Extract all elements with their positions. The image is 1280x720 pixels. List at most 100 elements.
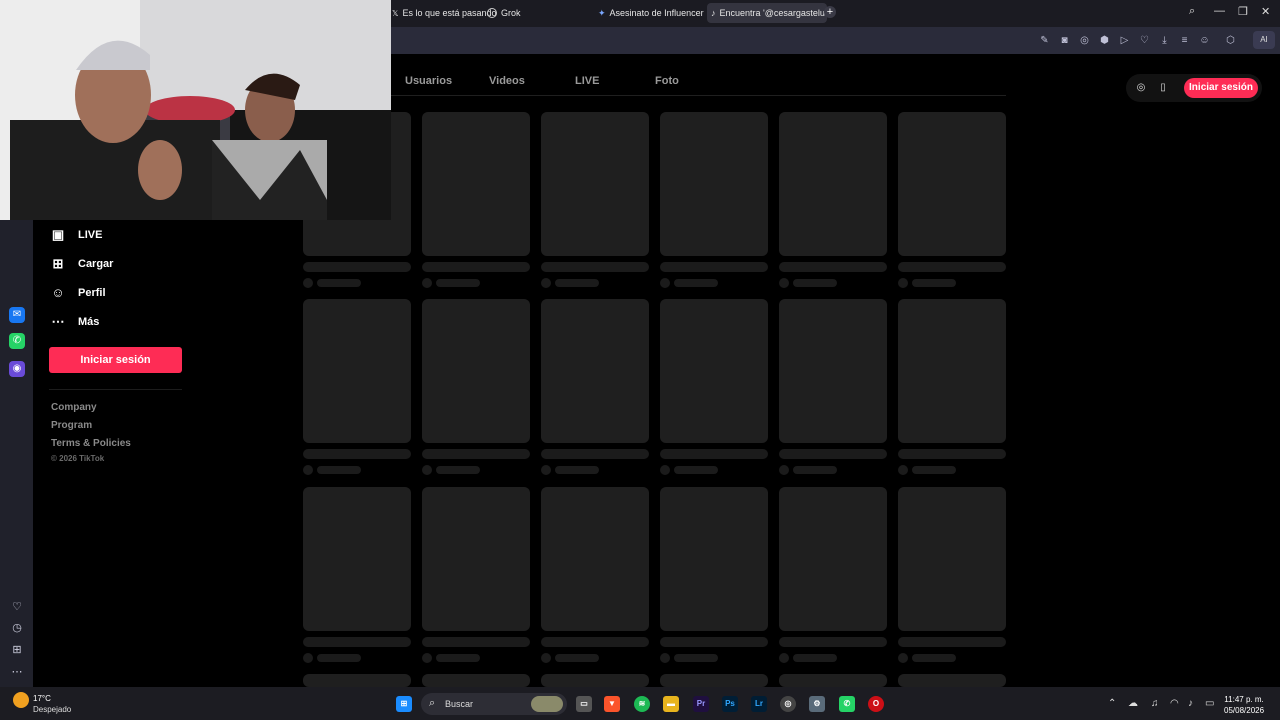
avatar-skeleton bbox=[541, 278, 551, 288]
taskbar-search[interactable]: ⌕ Buscar bbox=[421, 693, 567, 715]
wifi-icon[interactable]: ◠ bbox=[1170, 698, 1179, 709]
settings-icon[interactable]: ⚙ bbox=[809, 696, 825, 712]
username-skeleton bbox=[674, 654, 718, 662]
messenger-icon[interactable]: ✉ bbox=[9, 307, 25, 323]
video-card-skeleton[interactable] bbox=[541, 674, 649, 687]
opera-icon[interactable]: O bbox=[868, 696, 884, 712]
tab-grok[interactable]: Grok bbox=[487, 3, 521, 23]
caption-skeleton bbox=[541, 449, 649, 459]
video-card-skeleton[interactable] bbox=[660, 674, 768, 687]
minimize-icon[interactable]: — bbox=[1214, 5, 1225, 17]
nav-cargar-label: Cargar bbox=[78, 258, 114, 270]
edit-icon[interactable]: ✎ bbox=[1038, 34, 1051, 47]
brave-icon[interactable]: ▼ bbox=[604, 696, 620, 712]
more-options-icon[interactable]: ⋯ bbox=[10, 665, 24, 679]
username-skeleton bbox=[317, 654, 361, 662]
cloud-icon[interactable]: ☁ bbox=[1128, 698, 1138, 709]
battery-icon[interactable]: ▭ bbox=[1205, 698, 1214, 709]
favorites-icon[interactable]: ♡ bbox=[10, 600, 24, 614]
new-tab-button[interactable]: + bbox=[824, 6, 836, 18]
footer-terms[interactable]: Terms & Policies bbox=[51, 438, 131, 449]
video-card-skeleton[interactable] bbox=[898, 299, 1006, 443]
start-icon[interactable]: ⊞ bbox=[396, 696, 412, 712]
video-card-skeleton[interactable] bbox=[303, 299, 411, 443]
login-button-top[interactable]: Iniciar sesión bbox=[1184, 78, 1258, 98]
profile-icon[interactable]: ☺ bbox=[1198, 34, 1211, 47]
video-card-skeleton[interactable] bbox=[779, 487, 887, 631]
premiere-icon[interactable]: Pr bbox=[693, 696, 709, 712]
username-skeleton bbox=[912, 279, 956, 287]
file-explorer-icon[interactable]: ▬ bbox=[663, 696, 679, 712]
footer-company[interactable]: Company bbox=[51, 402, 97, 413]
task-view-icon[interactable]: ▭ bbox=[576, 696, 592, 712]
video-card-skeleton[interactable] bbox=[898, 487, 1006, 631]
tabs-divider bbox=[391, 95, 1006, 96]
video-card-skeleton[interactable] bbox=[898, 674, 1006, 687]
tab-tiktok-active[interactable]: ♪ Encuentra '@cesargastelu bbox=[707, 3, 827, 23]
microphone-icon[interactable]: ♫ bbox=[1151, 698, 1159, 709]
username-skeleton bbox=[912, 654, 956, 662]
video-card-skeleton[interactable] bbox=[898, 112, 1006, 256]
extension-icon[interactable]: ⬡ bbox=[1224, 34, 1237, 47]
avatar-skeleton bbox=[898, 465, 908, 475]
caption-skeleton bbox=[422, 262, 530, 272]
download-icon[interactable]: ⤓ bbox=[1158, 34, 1171, 47]
video-card-skeleton[interactable] bbox=[779, 674, 887, 687]
avatar-skeleton bbox=[303, 278, 313, 288]
search-tabs-icon[interactable]: ⌕ bbox=[1189, 5, 1195, 18]
phone-icon[interactable]: ▯ bbox=[1157, 82, 1169, 94]
video-card-skeleton[interactable] bbox=[660, 299, 768, 443]
spotify-icon[interactable]: ≋ bbox=[634, 696, 650, 712]
volume-icon[interactable]: ♪ bbox=[1188, 698, 1193, 709]
video-card-skeleton[interactable] bbox=[541, 487, 649, 631]
nav-live[interactable]: ▣ LIVE bbox=[50, 226, 103, 244]
chevron-up-icon[interactable]: ⌃ bbox=[1108, 698, 1116, 709]
close-icon[interactable]: ✕ bbox=[1261, 5, 1270, 18]
tab-live[interactable]: LIVE bbox=[575, 75, 599, 87]
steam-icon[interactable]: ◎ bbox=[780, 696, 796, 712]
video-card-skeleton[interactable] bbox=[660, 112, 768, 256]
shield-icon[interactable]: ◎ bbox=[1078, 34, 1091, 47]
login-button-side[interactable]: Iniciar sesión bbox=[49, 347, 182, 373]
video-card-skeleton[interactable] bbox=[303, 674, 411, 687]
video-card-skeleton[interactable] bbox=[660, 487, 768, 631]
video-card-skeleton[interactable] bbox=[422, 674, 530, 687]
nav-cargar[interactable]: ⊞ Cargar bbox=[50, 255, 114, 273]
photoshop-icon[interactable]: Ps bbox=[722, 696, 738, 712]
tab-x[interactable]: 𝕏 Es lo que está pasando bbox=[392, 3, 497, 23]
heart-icon[interactable]: ♡ bbox=[1138, 34, 1151, 47]
explore-icon[interactable]: ◎ bbox=[1135, 82, 1147, 94]
whatsapp-taskbar-icon[interactable]: ✆ bbox=[839, 696, 855, 712]
video-card-skeleton[interactable] bbox=[779, 299, 887, 443]
tab-usuarios[interactable]: Usuarios bbox=[405, 75, 452, 87]
maximize-icon[interactable]: ❐ bbox=[1238, 5, 1248, 18]
taskbar-clock[interactable]: 11:47 p. m. 05/08/2026 bbox=[1224, 694, 1264, 716]
history-icon[interactable]: ◷ bbox=[10, 621, 24, 635]
nav-mas[interactable]: ⋯ Más bbox=[50, 313, 100, 331]
ai-button[interactable]: AI bbox=[1253, 31, 1275, 49]
caption-skeleton bbox=[541, 637, 649, 647]
video-card-skeleton[interactable] bbox=[422, 487, 530, 631]
video-card-skeleton[interactable] bbox=[422, 112, 530, 256]
video-card-skeleton[interactable] bbox=[422, 299, 530, 443]
menu-icon[interactable]: ≡ bbox=[1178, 34, 1191, 47]
video-card-skeleton[interactable] bbox=[779, 112, 887, 256]
tab-videos[interactable]: Videos bbox=[489, 75, 525, 87]
video-card-skeleton[interactable] bbox=[541, 112, 649, 256]
gift-icon[interactable]: ⊞ bbox=[10, 643, 24, 657]
vpn-icon[interactable]: ⬢ bbox=[1098, 34, 1111, 47]
play-icon[interactable]: ▷ bbox=[1118, 34, 1131, 47]
tab-asesinato[interactable]: ✦ Asesinato de Influencer e bbox=[598, 3, 704, 23]
nav-perfil[interactable]: ☺ Perfil bbox=[50, 284, 105, 302]
video-card-skeleton[interactable] bbox=[303, 487, 411, 631]
tab-foto[interactable]: Foto bbox=[655, 75, 679, 87]
whatsapp-icon[interactable]: ✆ bbox=[9, 333, 25, 349]
video-card-skeleton[interactable] bbox=[541, 299, 649, 443]
instagram-icon[interactable]: ◉ bbox=[9, 361, 25, 377]
footer-program[interactable]: Program bbox=[51, 420, 92, 431]
weather-icon[interactable] bbox=[13, 692, 29, 708]
lightroom-icon[interactable]: Lr bbox=[751, 696, 767, 712]
nav-live-label: LIVE bbox=[78, 229, 103, 241]
username-skeleton bbox=[317, 466, 361, 474]
camera-icon[interactable]: ◙ bbox=[1058, 34, 1071, 47]
